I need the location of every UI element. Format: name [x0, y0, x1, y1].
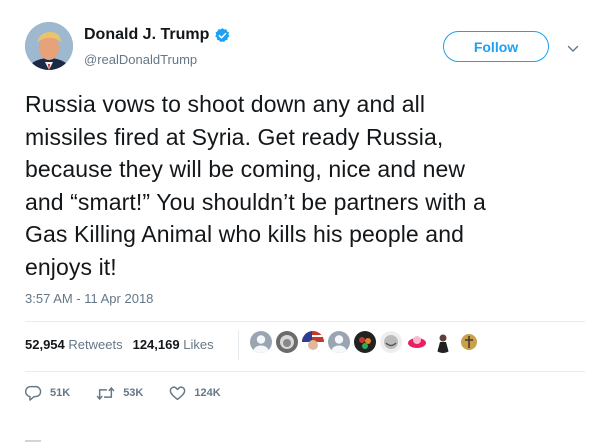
like-heart-icon [170, 386, 186, 401]
tweet-timestamp[interactable]: 3:57 AM - 11 Apr 2018 [25, 291, 153, 306]
retweet-count: 53K [123, 387, 144, 399]
author-avatar[interactable] [25, 22, 73, 70]
tweet-text-line: because they will be coming, nice and ne… [25, 156, 466, 182]
tweet-text-line: Russia vows to shoot down any and all [25, 91, 426, 117]
tweet-text: Russia vows to shoot down any and all mi… [25, 88, 585, 283]
tweet-text-line: enjoys it! [25, 253, 117, 280]
like-count: 124K [194, 387, 221, 399]
liker-avatar[interactable] [250, 331, 272, 353]
author-display-name[interactable]: Donald J. Trump [84, 26, 209, 44]
divider [25, 371, 585, 372]
reply-button[interactable]: 51K [25, 385, 70, 401]
liker-avatar[interactable] [380, 331, 402, 353]
likes-label: Likes [183, 337, 214, 352]
liker-avatar[interactable] [458, 331, 480, 353]
retweet-button[interactable]: 53K [96, 386, 143, 401]
likes-count: 124,169 [132, 337, 180, 352]
liker-avatar[interactable] [406, 331, 428, 353]
liker-avatar[interactable] [432, 331, 454, 353]
tweet-text-line: Gas Killing Animal who kills his people … [25, 221, 464, 247]
tweet-text-line: and “smart!” You shouldn’t be partners w… [25, 188, 486, 215]
next-item-edge [25, 440, 41, 442]
tweet-text-line: missiles fired at Syria. Get ready Russi… [25, 123, 444, 150]
stats-separator [238, 330, 239, 360]
tweet-actions: 51K 53K 124K [25, 385, 247, 401]
liker-avatar[interactable] [328, 331, 350, 353]
liker-avatar[interactable] [276, 331, 298, 353]
tweet-stats: 52,954 Retweets 124,169 Likes [25, 337, 224, 352]
tweet-card: Donald J. Trump @realDonaldTrump Follow … [0, 0, 589, 444]
liker-avatar[interactable] [302, 331, 324, 353]
divider [25, 321, 585, 322]
retweets-label: Retweets [68, 337, 123, 352]
follow-button[interactable]: Follow [443, 31, 549, 62]
retweets-count: 52,954 [25, 337, 65, 352]
like-button[interactable]: 124K [169, 385, 221, 401]
liker-avatars [250, 331, 484, 353]
chevron-down-icon[interactable] [567, 41, 579, 52]
retweets-stat[interactable]: 52,954 Retweets [25, 337, 123, 352]
liker-avatar[interactable] [354, 331, 376, 353]
author-handle[interactable]: @realDonaldTrump [84, 52, 197, 67]
retweet-icon [96, 386, 115, 400]
reply-count: 51K [50, 387, 71, 399]
author-name-row[interactable]: Donald J. Trump [84, 26, 231, 44]
reply-icon [25, 385, 42, 401]
verified-badge-icon [214, 27, 231, 44]
likes-stat[interactable]: 124,169 Likes [133, 337, 214, 352]
